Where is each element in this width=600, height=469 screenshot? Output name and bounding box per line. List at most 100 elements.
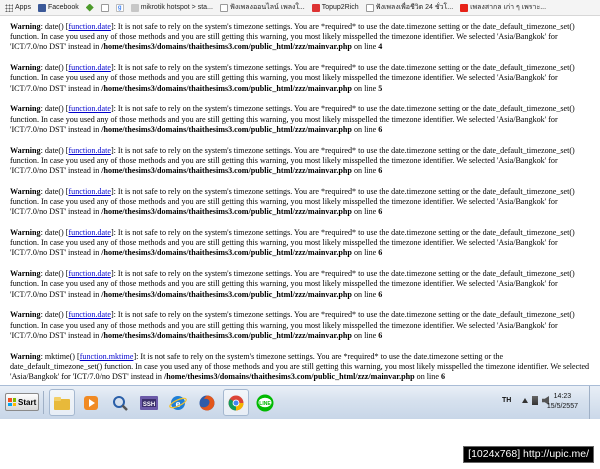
function-link[interactable]: function.date — [68, 310, 110, 319]
on-line-text: on line — [353, 42, 377, 52]
function-link[interactable]: function.date — [68, 228, 110, 237]
warning-function: date() — [44, 63, 64, 73]
facebook-icon — [37, 3, 46, 12]
bookmark-label: mikrotik hotspot > sta... — [140, 4, 213, 11]
bookmark-label: ฟังเพลงเพื่อชีวิต 24 ชั่วโ... — [375, 4, 454, 11]
start-label: Start — [18, 397, 37, 407]
function-link[interactable]: function.date — [68, 22, 110, 31]
svg-text:SSH: SSH — [143, 402, 155, 408]
on-line-text: on line — [353, 83, 377, 93]
line-number: 4 — [378, 42, 383, 52]
ssh-terminal-icon: SSH — [140, 395, 158, 410]
bookmark-music-24h[interactable]: ฟังเพลงเพื่อชีวิต 24 ชั่วโ... — [364, 2, 455, 14]
taskbar: Start SSH e LINE TH 14:23 15/5/2557 — [0, 385, 600, 419]
green-bookmark-icon — [85, 3, 94, 12]
bookmark-facebook[interactable]: Facebook — [36, 2, 81, 14]
warning-label: Warning — [10, 22, 41, 31]
warning-function: date() — [44, 228, 64, 238]
bookmark-topup2rich[interactable]: Topup2Rich — [310, 2, 361, 14]
on-line-text: on line — [353, 124, 377, 134]
taskbar-app-search[interactable] — [107, 389, 133, 416]
bookmark-label: Facebook — [47, 4, 79, 11]
chrome-icon — [228, 395, 244, 410]
bookmark-page[interactable] — [99, 2, 111, 14]
media-player-icon — [84, 395, 98, 410]
clock[interactable]: 14:23 15/5/2557 — [547, 392, 578, 412]
warning-message: Warning: date() [function.date]: It is n… — [10, 310, 575, 340]
file-path: /home/thesims3/domains/thaithesims3.com/… — [101, 42, 352, 52]
warning-message: Warning: date() [function.date]: It is n… — [10, 63, 575, 93]
warning-label: Warning — [10, 186, 41, 196]
windows-explorer-icon — [54, 396, 70, 410]
warning-label: Warning — [10, 269, 41, 279]
tray-arrow-icon[interactable] — [522, 398, 528, 403]
file-path: /home/thesims3/domains/thaithesims3.com/… — [101, 248, 352, 258]
line-number: 6 — [378, 330, 383, 340]
on-line-text: on line — [353, 166, 377, 176]
taskbar-app-terminal[interactable]: SSH — [136, 389, 162, 416]
start-button[interactable]: Start — [5, 393, 39, 411]
bookmark-label: Apps — [15, 4, 31, 11]
on-line-text: on line — [353, 207, 377, 217]
show-desktop-button[interactable] — [589, 386, 600, 419]
bookmark-youtube[interactable]: เพลงสากล เก่า ๆ เพราะ... — [458, 2, 548, 14]
on-line-text: on line — [353, 248, 377, 258]
taskbar-app-line[interactable]: LINE — [252, 389, 278, 416]
line-number: 6 — [378, 248, 383, 258]
bookmark-apps[interactable]: Apps — [3, 2, 33, 14]
file-path: /home/thesims3/domains/thaithesims3.com/… — [101, 330, 352, 340]
file-path: /home/thesims3/domains/thaithesims3.com/… — [101, 124, 352, 134]
warning-label: Warning — [10, 228, 41, 238]
taskbar-app-chrome[interactable] — [223, 389, 249, 416]
warning-message: Warning: date() [function.date]: It is n… — [10, 104, 575, 134]
function-link[interactable]: function.date — [68, 187, 110, 196]
file-path: /home/thesims3/domains/thaithesims3.com/… — [101, 166, 352, 176]
mikrotik-icon — [130, 3, 139, 12]
on-line-text: on line — [353, 289, 377, 299]
network-icon[interactable] — [532, 396, 538, 405]
line-number: 6 — [378, 124, 383, 134]
page-content: Warning: date() [function.date]: It is n… — [10, 22, 590, 393]
warning-label: Warning — [10, 63, 41, 73]
function-link[interactable]: function.date — [68, 146, 110, 155]
internet-explorer-icon: e — [169, 395, 187, 410]
youtube-icon — [460, 3, 469, 12]
rich-icon — [311, 3, 320, 12]
clock-date: 15/5/2557 — [546, 403, 578, 410]
taskbar-app-media[interactable] — [78, 389, 104, 416]
warning-label: Warning — [10, 310, 41, 320]
warning-label: Warning — [10, 145, 41, 155]
page-icon — [365, 3, 374, 12]
on-line-text: on line — [353, 330, 377, 340]
function-link[interactable]: function.date — [68, 269, 110, 278]
line-number: 5 — [378, 83, 383, 93]
warning-function: date() — [44, 186, 64, 196]
function-link[interactable]: function.date — [68, 104, 110, 113]
on-line-text: on line — [416, 372, 439, 382]
warning-message: Warning: date() [function.date]: It is n… — [10, 22, 575, 52]
windows-logo-icon — [8, 398, 16, 406]
warning-message: Warning: mktime() [function.mktime]: It … — [10, 351, 590, 382]
bookmark-green[interactable] — [84, 2, 96, 14]
warning-function: date() — [44, 145, 64, 155]
bookmark-music[interactable]: ฟังเพลงออนไลน์ เพลงใ... — [218, 2, 307, 14]
function-link[interactable]: function.date — [68, 63, 110, 72]
function-link[interactable]: function.mktime — [80, 352, 134, 361]
browser-window: Apps Facebook g mikrotik hotspot > sta..… — [0, 0, 600, 469]
language-indicator[interactable]: TH — [502, 397, 511, 404]
bookmark-google[interactable]: g — [114, 2, 126, 14]
svg-text:LINE: LINE — [259, 401, 271, 407]
line-number: 6 — [378, 289, 383, 299]
resolution-badge: [1024x768] http://upic.me/ — [463, 446, 594, 463]
warning-message: Warning: date() [function.date]: It is n… — [10, 228, 575, 258]
page-icon — [100, 3, 109, 12]
taskbar-app-firefox[interactable] — [194, 389, 220, 416]
bookmark-mikrotik[interactable]: mikrotik hotspot > sta... — [129, 2, 215, 14]
clock-time: 14:23 — [553, 393, 572, 400]
line-number: 6 — [378, 166, 383, 176]
warning-function: date() — [44, 310, 64, 320]
taskbar-app-ie[interactable]: e — [165, 389, 191, 416]
taskbar-app-explorer[interactable] — [49, 389, 75, 416]
bookmarks-bar: Apps Facebook g mikrotik hotspot > sta..… — [0, 0, 600, 16]
line-number: 6 — [440, 372, 446, 382]
